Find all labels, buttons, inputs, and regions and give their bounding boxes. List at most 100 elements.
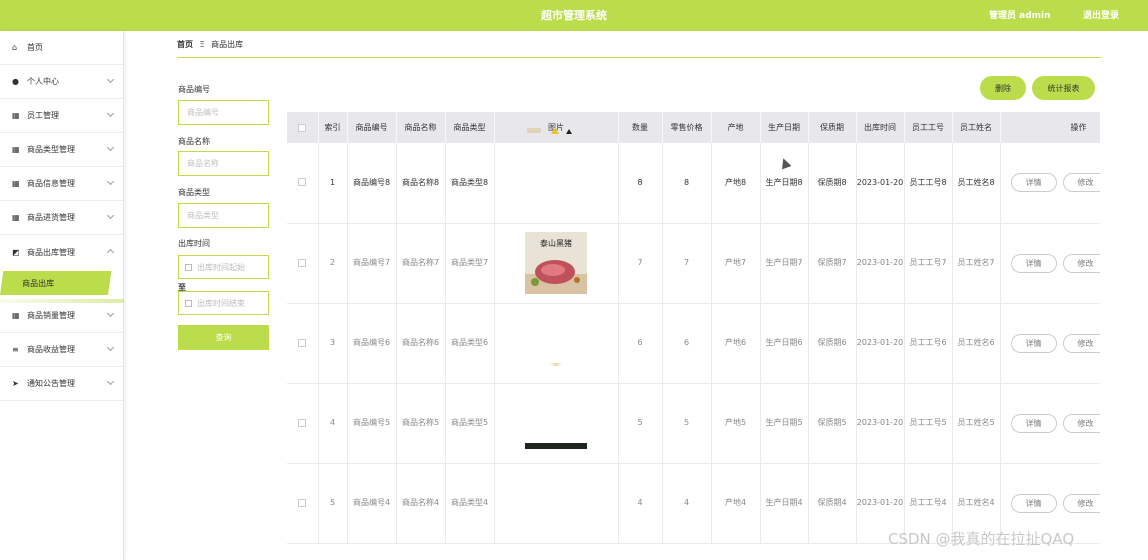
- breadcrumb-home[interactable]: 首页: [177, 40, 193, 49]
- sidebar-item-product-info[interactable]: ▦ 商品信息管理: [0, 167, 123, 201]
- row-checkbox-cell[interactable]: [287, 223, 319, 304]
- row-checkbox-cell[interactable]: [287, 383, 319, 464]
- table-row: 1 商品编号8 商品名称8 商品类型8 8 8 产地8 生产日期8 保质期8 2023-01-2…: [287, 126, 1100, 224]
- type-input[interactable]: [178, 203, 269, 228]
- cell-origin: 产地6: [711, 303, 761, 384]
- row-checkbox[interactable]: [298, 178, 307, 187]
- column-header: 商品名称: [396, 112, 446, 143]
- cell-mfg: 生产日期5: [760, 383, 809, 464]
- cell-qty: 5: [618, 383, 663, 464]
- cell-actions: 详情 修改: [1000, 223, 1100, 304]
- sidebar-item-label: 通知公告管理: [27, 379, 75, 388]
- chevron-down-icon: [106, 75, 115, 84]
- column-header: 图片: [494, 112, 619, 143]
- cell-empno: 员工工号5: [904, 383, 953, 464]
- cell-code: 商品编号7: [347, 223, 397, 304]
- sidebar-item-staff[interactable]: ▦ 员工管理: [0, 99, 123, 133]
- chart-icon: ◩: [12, 247, 20, 257]
- row-checkbox-cell[interactable]: [287, 303, 319, 384]
- list-icon: ≡: [12, 345, 19, 354]
- grid-icon: ▦: [12, 213, 20, 222]
- cell-name: 商品名称4: [396, 463, 446, 544]
- chevron-down-icon: [106, 343, 115, 352]
- sidebar-item-label: 商品信息管理: [27, 179, 75, 188]
- edit-button[interactable]: 修改: [1062, 333, 1100, 353]
- breadcrumb-separator: Ξ: [199, 40, 205, 49]
- row-checkbox[interactable]: [298, 338, 307, 347]
- sidebar-item-outbound[interactable]: ◩ 商品出库管理: [0, 235, 123, 269]
- sidebar-item-profile[interactable]: ● 个人中心: [0, 65, 123, 99]
- detail-button[interactable]: 详情: [1010, 333, 1057, 353]
- cell-empno: 员工工号6: [904, 303, 953, 384]
- cell-price: 5: [662, 383, 712, 464]
- cell-type: 商品类型8: [445, 143, 495, 224]
- sidebar-item-purchase[interactable]: ▦ 商品进货管理: [0, 201, 123, 235]
- name-input[interactable]: [178, 151, 269, 176]
- detail-button[interactable]: 详情: [1010, 493, 1057, 513]
- select-all-checkbox[interactable]: [298, 123, 307, 132]
- cell-empname: 员工姓名8: [952, 143, 1001, 224]
- report-button[interactable]: 统计报表: [1032, 76, 1095, 100]
- logout-link[interactable]: 退出登录: [1083, 8, 1119, 21]
- sidebar-item-label: 商品类型管理: [27, 145, 75, 154]
- sidebar-item-sales[interactable]: ▦ 商品销量管理: [0, 299, 123, 333]
- row-checkbox[interactable]: [298, 498, 307, 507]
- row-checkbox[interactable]: [298, 418, 307, 427]
- cell-shelf: 保质期8: [808, 143, 857, 224]
- end-date-field[interactable]: 出库时间结束: [178, 291, 269, 315]
- cell-time: 2023-01-20: [856, 383, 905, 464]
- edit-button[interactable]: 修改: [1062, 253, 1100, 273]
- code-input[interactable]: [178, 100, 269, 125]
- edit-button[interactable]: 修改: [1062, 493, 1100, 513]
- cell-shelf: 保质期7: [808, 223, 857, 304]
- type-label: 商品类型: [178, 188, 210, 197]
- delete-button[interactable]: 删除: [980, 76, 1026, 100]
- row-checkbox-cell[interactable]: [287, 463, 319, 544]
- table-row: 2 商品编号7 商品名称7 商品类型7 泰山黑猪 7 7 产地7 生产日期7 保质期7 2023…: [287, 223, 1100, 304]
- sidebar-item-label: 商品进货管理: [27, 213, 75, 222]
- sidebar-item-revenue[interactable]: ≡ 商品收益管理: [0, 333, 123, 367]
- column-header: 商品编号: [347, 112, 397, 143]
- chevron-down-icon: [106, 377, 115, 386]
- cell-image: [494, 443, 619, 544]
- cell-time: 2023-01-20: [856, 303, 905, 384]
- detail-button[interactable]: 详情: [1010, 253, 1057, 273]
- cell-image: [494, 283, 619, 384]
- chevron-down-icon: [106, 143, 115, 152]
- product-image: 泰山黑猪: [525, 232, 587, 294]
- detail-button[interactable]: 详情: [1010, 413, 1057, 433]
- cell-name: 商品名称5: [396, 383, 446, 464]
- column-header: 零售价格: [662, 112, 712, 143]
- sidebar-item-home[interactable]: ⌂ 首页: [0, 31, 123, 65]
- grid-icon: ▦: [12, 179, 20, 188]
- column-header: 员工姓名: [952, 112, 1001, 143]
- sidebar-item-label: 员工管理: [27, 111, 59, 120]
- row-checkbox[interactable]: [298, 258, 307, 267]
- detail-button[interactable]: 详情: [1010, 173, 1057, 193]
- cell-qty: 8: [618, 143, 663, 224]
- cell-image: [494, 363, 619, 464]
- sidebar-item-label: 商品出库管理: [27, 247, 75, 257]
- cell-name: 商品名称6: [396, 303, 446, 384]
- cell-price: 4: [662, 463, 712, 544]
- code-label: 商品编号: [178, 85, 210, 94]
- column-header: 索引: [318, 112, 348, 143]
- cell-idx: 3: [318, 303, 348, 384]
- grid-icon: ▦: [12, 145, 20, 154]
- watermark: CSDN @我真的在拉扯QAQ: [888, 530, 1075, 548]
- home-icon: ⌂: [12, 43, 18, 52]
- table-row: 3 商品编号6 商品名称6 商品类型6 6 6 产地6 生产日期6 保质期6 2023-01-20…: [287, 283, 1100, 384]
- search-button[interactable]: 查询: [178, 325, 269, 350]
- cell-qty: 4: [618, 463, 663, 544]
- cell-qty: 6: [618, 303, 663, 384]
- edit-button[interactable]: 修改: [1062, 173, 1100, 193]
- edit-button[interactable]: 修改: [1062, 413, 1100, 433]
- calendar-icon: [185, 263, 192, 271]
- row-checkbox-cell[interactable]: [287, 143, 319, 224]
- sidebar-item-notice[interactable]: ➤ 通知公告管理: [0, 367, 123, 401]
- start-date-field[interactable]: 出库时间起始: [178, 255, 269, 279]
- select-all-header[interactable]: [287, 112, 319, 143]
- sidebar-item-product-type[interactable]: ▦ 商品类型管理: [0, 133, 123, 167]
- sidebar-subitem-outbound[interactable]: 商品出库: [0, 271, 112, 295]
- cell-empno: 员工工号7: [904, 223, 953, 304]
